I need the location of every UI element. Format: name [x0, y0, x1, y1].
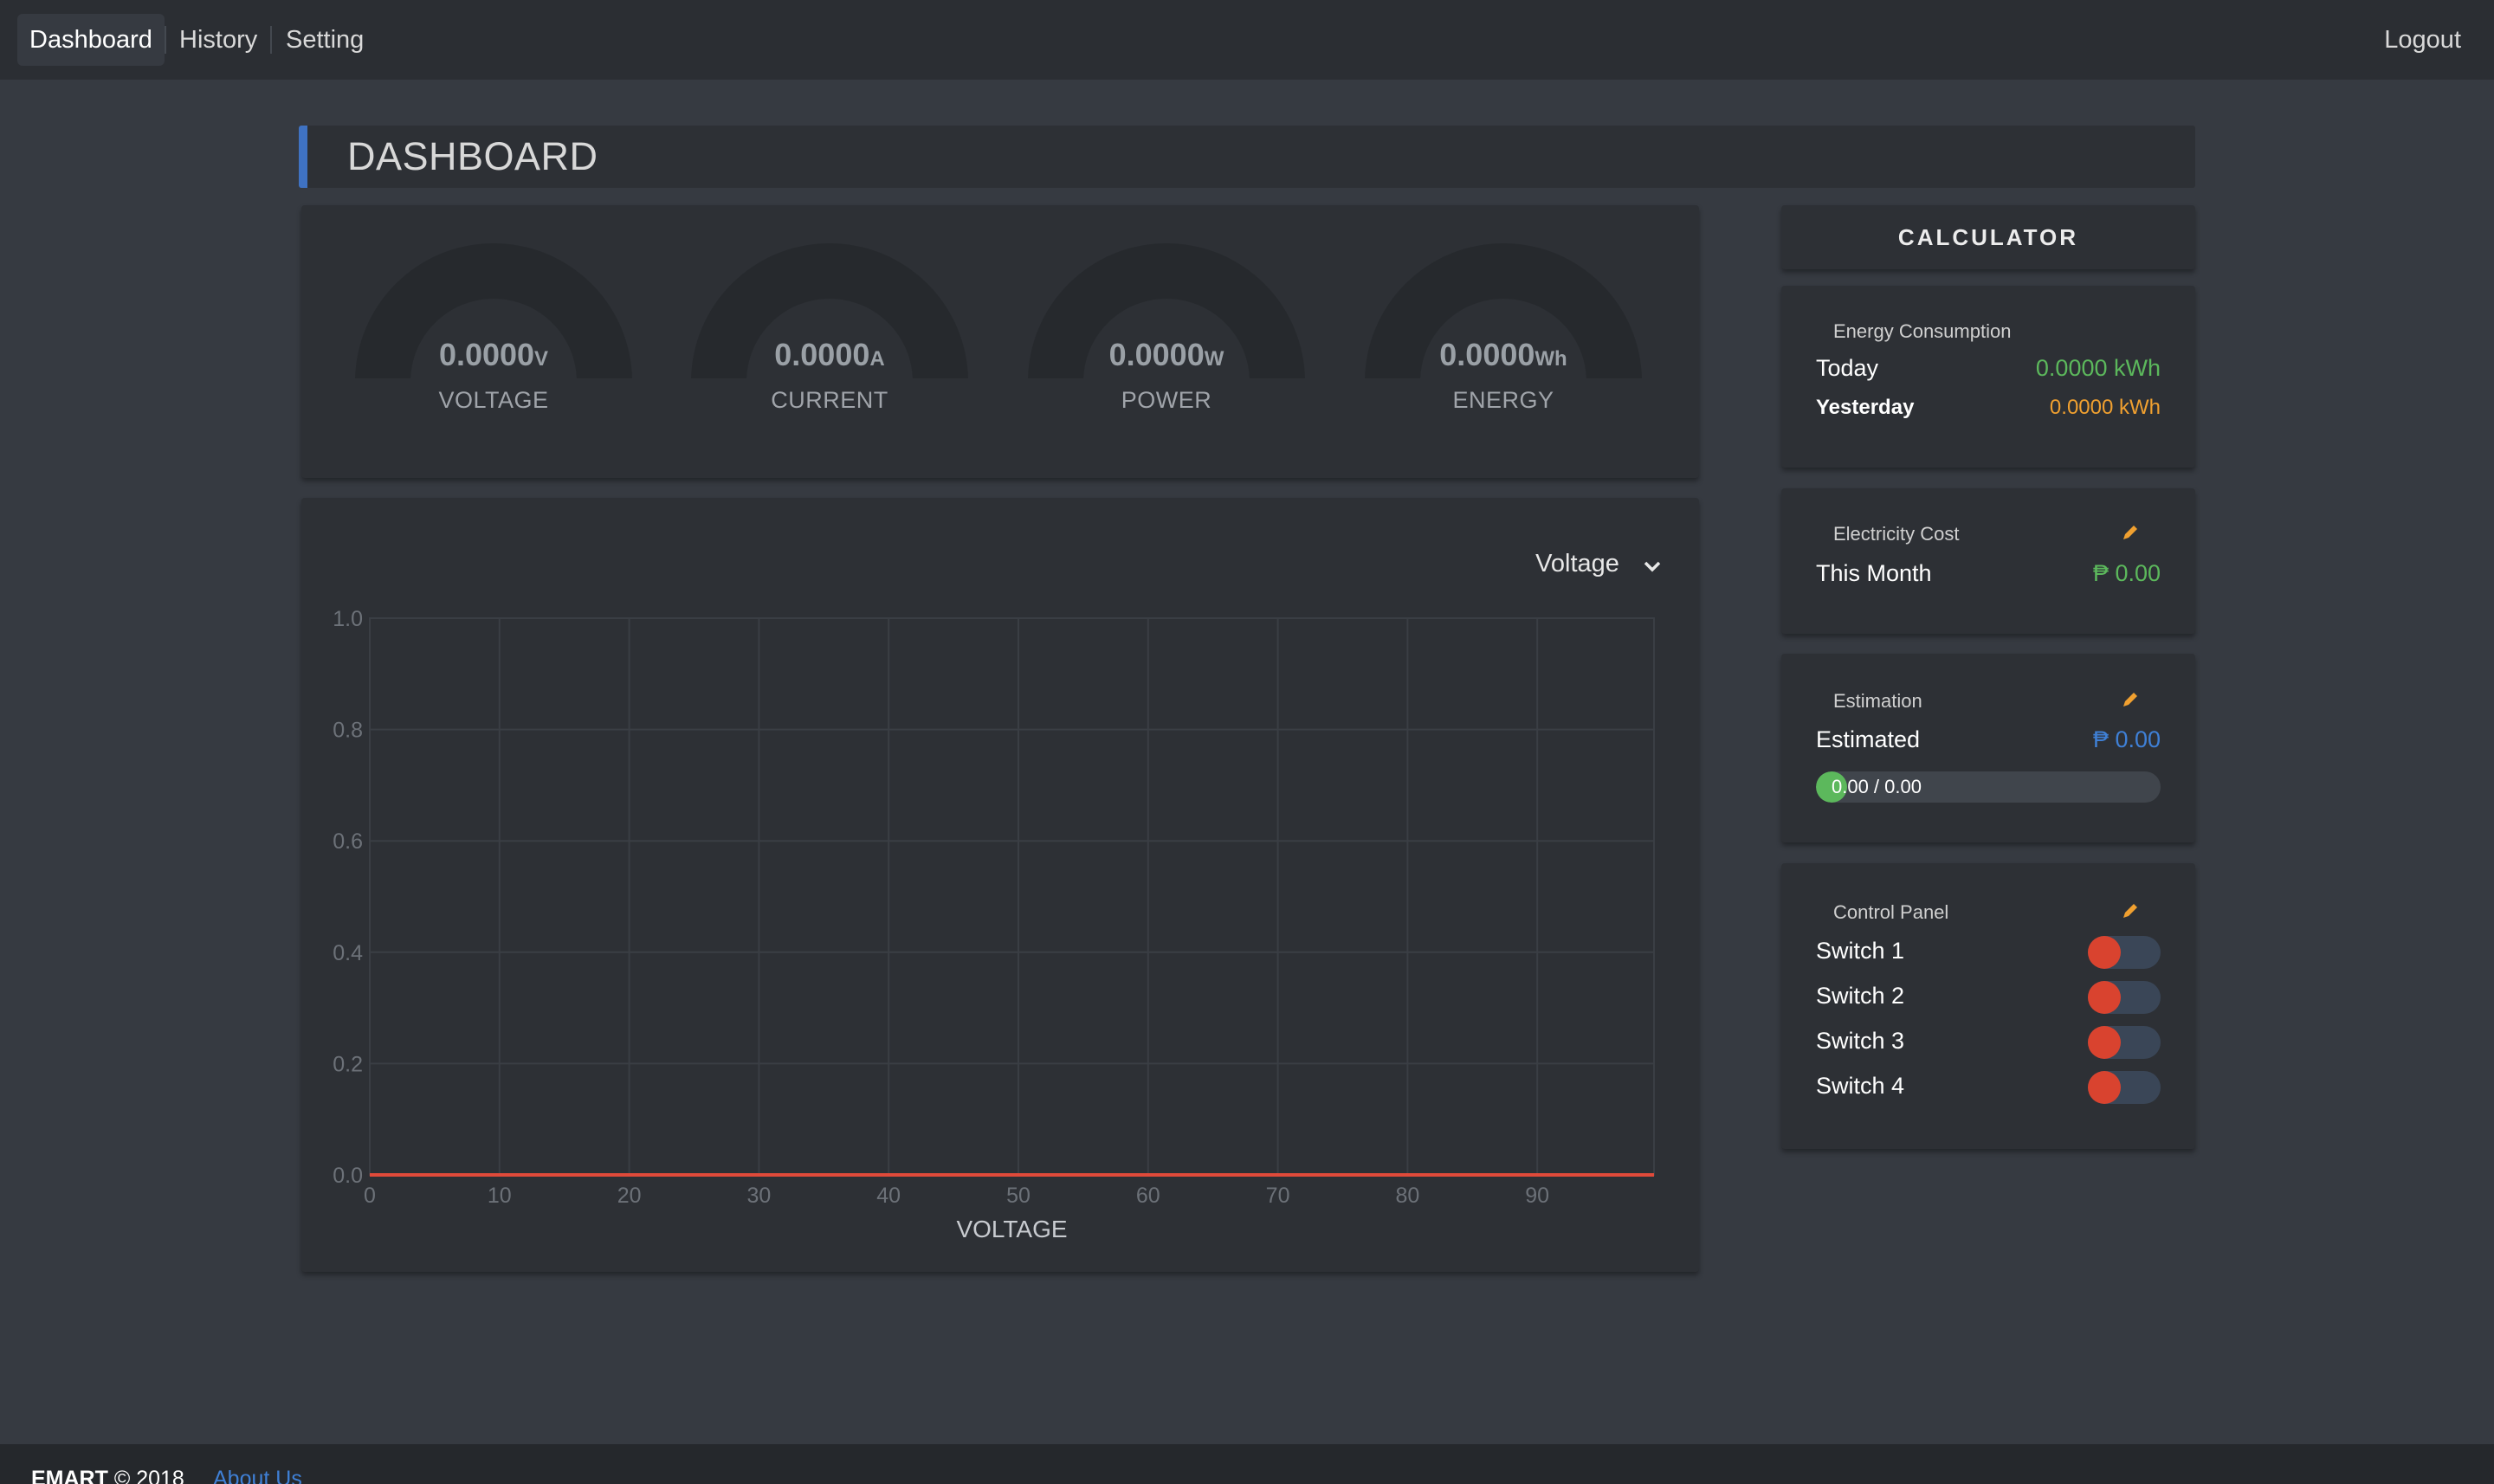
nav-dashboard[interactable]: Dashboard — [17, 14, 165, 66]
toggle-knob — [2088, 1071, 2121, 1104]
gauge-power: 0.0000W POWER — [1028, 205, 1305, 430]
this-month-value: ₱ 0.00 — [2092, 560, 2161, 586]
toggle-knob — [2088, 936, 2121, 969]
gauges-card: 0.0000V VOLTAGE 0.0000A CURRENT 0.0000W POWER… — [301, 205, 1699, 478]
estimated-value: ₱ 0.00 — [2092, 726, 2161, 752]
control-panel-card: Control Panel Switch 1 Switch 2 Switch 3… — [1781, 863, 2195, 1149]
page-title: DASHBOARD — [347, 134, 598, 178]
footer-copyright: © 2018 — [113, 1467, 184, 1484]
x-tick-label: 10 — [488, 1184, 512, 1208]
electricity-cost-title: Electricity Cost — [1833, 523, 1960, 545]
x-tick-label: 70 — [1266, 1184, 1290, 1208]
gauge-label: ENERGY — [1452, 387, 1554, 413]
gauge-label: CURRENT — [771, 387, 888, 413]
x-tick-label: 80 — [1395, 1184, 1419, 1208]
plot-area — [369, 617, 1655, 1176]
nav-separator — [165, 26, 166, 54]
gauge-unit: A — [869, 347, 885, 371]
x-tick-label: 40 — [876, 1184, 901, 1208]
gauge-current: 0.0000A CURRENT — [691, 205, 968, 430]
voltage-chart: 0 10 20 30 40 50 60 70 80 90 1.0 0.8 0.6 0.4 0.2 0.0 VOL… — [333, 607, 1655, 1242]
yesterday-value: 0.0000 kWh — [2049, 396, 2161, 419]
top-navbar: Dashboard History Setting Logout — [0, 0, 2494, 80]
y-tick-label: 0.0 — [333, 1164, 363, 1188]
y-tick-label: 0.6 — [333, 829, 363, 854]
this-month-label: This Month — [1816, 560, 1932, 586]
footer: EMART © 2018 About Us — [0, 1444, 2494, 1484]
switch-2-toggle[interactable] — [2088, 981, 2161, 1014]
x-tick-label: 0 — [364, 1184, 376, 1208]
gauge-number: 0.0000 — [1439, 337, 1535, 372]
x-tick-label: 20 — [617, 1184, 642, 1208]
calculator-title: CALCULATOR — [1897, 224, 2079, 250]
x-axis-label: VOLTAGE — [956, 1216, 1067, 1242]
estimation-title: Estimation — [1833, 690, 1922, 712]
gauge-number: 0.0000 — [774, 337, 870, 372]
electricity-cost-card: Electricity Cost This Month ₱ 0.00 — [1781, 488, 2195, 634]
toggle-knob — [2088, 1026, 2121, 1059]
footer-brand: EMART © 2018 — [31, 1467, 184, 1484]
nav-history[interactable]: History — [167, 14, 269, 66]
x-tick-label: 90 — [1525, 1184, 1549, 1208]
footer-brand-name: EMART — [31, 1467, 108, 1484]
nav-separator — [270, 26, 272, 54]
gauge-value: 0.0000V — [355, 337, 632, 373]
gauge-label: POWER — [1121, 387, 1212, 413]
switch-4-toggle[interactable] — [2088, 1071, 2161, 1104]
toggle-knob — [2088, 981, 2121, 1014]
estimated-label: Estimated — [1816, 726, 1921, 752]
y-tick-label: 0.8 — [333, 719, 363, 743]
y-tick-label: 1.0 — [333, 607, 363, 631]
gauge-value: 0.0000W — [1028, 337, 1305, 373]
logout-link[interactable]: Logout — [2372, 14, 2473, 66]
gauge-number: 0.0000 — [1108, 337, 1205, 372]
x-tick-label: 50 — [1006, 1184, 1031, 1208]
gauge-number: 0.0000 — [438, 337, 535, 372]
gauge-value: 0.0000Wh — [1365, 337, 1642, 373]
chart-card: Voltage 0 10 20 30 40 50 60 70 80 90 1.0 0.8 0.6 0.4 0… — [301, 498, 1699, 1272]
estimation-card: Estimation Estimated ₱ 0.00 0.00 / 0.00 — [1781, 654, 2195, 842]
calculator-header: CALCULATOR — [1781, 205, 2195, 269]
energy-consumption-title: Energy Consumption — [1833, 320, 2012, 342]
energy-consumption-card: Energy Consumption Today 0.0000 kWh Yest… — [1781, 286, 2195, 468]
gauge-unit: W — [1204, 347, 1224, 371]
gauge-unit: Wh — [1535, 347, 1567, 371]
page-header: DASHBOARD — [299, 126, 2195, 188]
y-tick-label: 0.2 — [333, 1052, 363, 1076]
gauge-label: VOLTAGE — [438, 387, 549, 413]
switch-1-toggle[interactable] — [2088, 936, 2161, 969]
switch-3-toggle[interactable] — [2088, 1026, 2161, 1059]
today-value: 0.0000 kWh — [2035, 355, 2161, 381]
switch-4-label: Switch 4 — [1816, 1073, 1905, 1099]
gauge-unit: V — [534, 347, 549, 371]
estimation-progress-bar: 0.00 / 0.00 — [1816, 771, 2161, 803]
control-panel-title: Control Panel — [1833, 901, 1949, 923]
pencil-icon[interactable] — [2121, 690, 2140, 713]
nav-setting[interactable]: Setting — [274, 14, 376, 66]
switch-3-label: Switch 3 — [1816, 1028, 1905, 1054]
switch-1-label: Switch 1 — [1816, 938, 1905, 964]
pencil-icon[interactable] — [2121, 523, 2140, 546]
yesterday-label: Yesterday — [1816, 396, 1915, 419]
about-us-link[interactable]: About Us — [213, 1467, 302, 1484]
x-tick-label: 30 — [746, 1184, 771, 1208]
gauge-value: 0.0000A — [691, 337, 968, 373]
switch-2-label: Switch 2 — [1816, 983, 1905, 1009]
gauge-voltage: 0.0000V VOLTAGE — [355, 205, 632, 430]
progress-text: 0.00 / 0.00 — [1832, 776, 1922, 797]
today-label: Today — [1816, 355, 1879, 381]
gauge-energy: 0.0000Wh ENERGY — [1365, 205, 1642, 430]
pencil-icon[interactable] — [2121, 901, 2140, 925]
x-tick-label: 60 — [1136, 1184, 1160, 1208]
y-tick-label: 0.4 — [333, 941, 363, 965]
